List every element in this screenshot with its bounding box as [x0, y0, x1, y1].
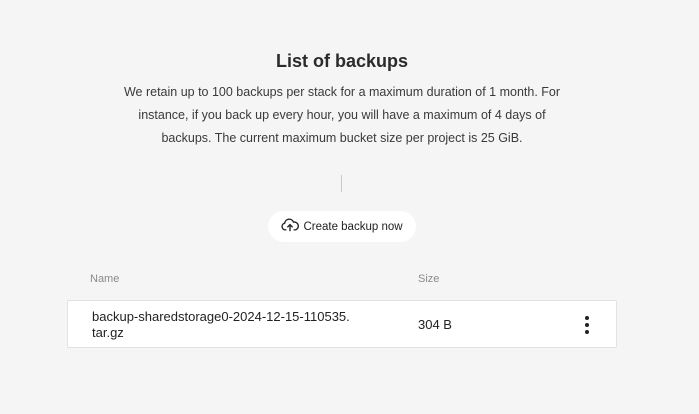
table-row: backup-sharedstorage0-2024-12-15-110535.…	[67, 300, 617, 348]
page-title: List of backups	[275, 51, 409, 71]
column-header-name: Name	[90, 273, 120, 285]
create-backup-label: Create backup now	[303, 220, 403, 233]
more-vertical-icon[interactable]	[578, 315, 596, 335]
backups-page: List of backups We retain up to 100 back…	[0, 0, 699, 414]
create-backup-button[interactable]: Create backup now	[268, 211, 416, 242]
backup-name: backup-sharedstorage0-2024-12-15-110535.…	[92, 309, 350, 340]
backup-size: 304 B	[418, 317, 452, 332]
backups-description: We retain up to 100 backups per stack fo…	[123, 85, 561, 145]
cloud-upload-icon	[281, 218, 300, 235]
column-header-size: Size	[418, 273, 440, 285]
divider	[341, 175, 342, 192]
